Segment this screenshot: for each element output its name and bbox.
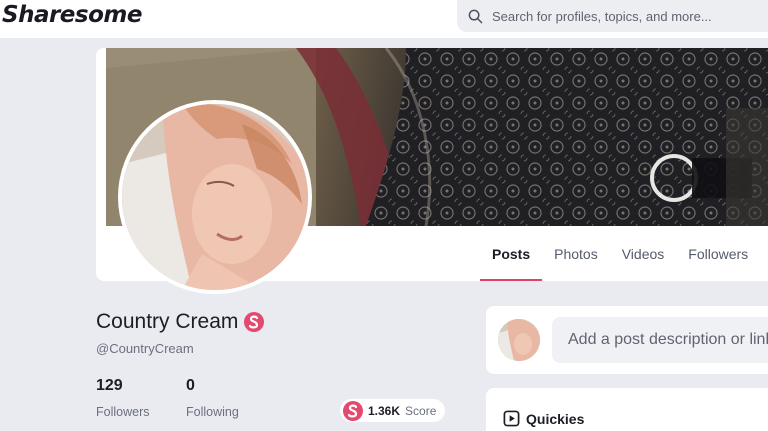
quickies-section: Quickies [486,388,768,431]
score-icon [343,400,363,421]
score-value: 1.36K [368,403,401,418]
tab-followers[interactable]: Followers [676,226,760,281]
post-description-input[interactable]: Add a post description or link [552,317,768,363]
following-label[interactable]: Following [186,405,239,419]
top-bar: Sharesome Search for profiles, topics, a… [0,0,768,38]
search-icon [468,9,483,23]
score-label: Score [405,403,437,418]
tab-posts[interactable]: Posts [480,226,543,281]
verified-badge-icon [244,312,265,332]
search-bar[interactable]: Search for profiles, topics, and more... [457,0,768,32]
score-badge: 1.36K Score [340,399,445,422]
post-composer: Add a post description or link [486,306,768,374]
followers-count[interactable]: 129 [96,377,123,395]
quickies-play-icon [503,410,520,427]
tab-videos[interactable]: Videos [610,226,677,281]
quickies-title: Quickies [526,410,585,427]
display-name: Country Cream [96,310,265,334]
profile-avatar[interactable] [118,100,312,294]
composer-avatar [498,319,540,361]
display-name-text: Country Cream [96,310,239,333]
quickies-header[interactable]: Quickies [503,410,584,427]
sharesome-logo[interactable]: Sharesome [2,2,142,28]
following-count[interactable]: 0 [186,377,195,395]
followers-label[interactable]: Followers [96,405,150,419]
search-input[interactable]: Search for profiles, topics, and more... [492,9,712,24]
profile-handle: @CountryCream [96,341,194,356]
tab-photos[interactable]: Photos [542,226,610,281]
profile-tabs: Posts Photos Videos Followers [480,226,760,281]
